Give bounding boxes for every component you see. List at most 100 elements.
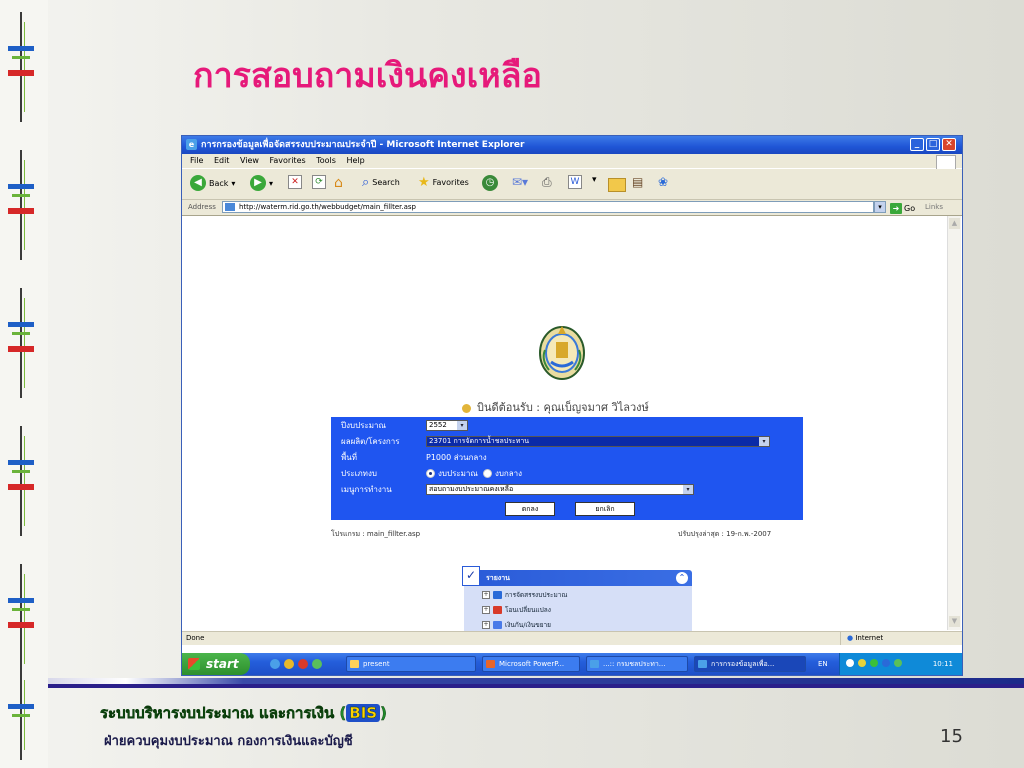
windows-taskbar: start present Microsoft PowerP... ...:: … — [182, 653, 962, 675]
footer-system-name: ระบบบริหารงบประมาณ และการเงิน (BIS) — [100, 704, 387, 722]
form-row-budget-type: ประเภทงบ งบประมาณ งบกลาง — [331, 466, 803, 481]
quicklaunch-icon[interactable] — [284, 659, 294, 669]
ie-icon: e — [186, 139, 197, 150]
filter-form: ปีงบประมาณ 2552 ▾ ผลผลิต/โครงการ 23701 ก… — [331, 417, 803, 520]
quicklaunch-ie-icon[interactable] — [270, 659, 280, 669]
address-label: Address — [188, 203, 216, 211]
windows-logo-icon — [936, 155, 956, 170]
decoration-cross — [8, 12, 34, 122]
scroll-down-icon[interactable]: ▼ — [949, 616, 960, 627]
project-label: ผลผลิต/โครงการ — [341, 437, 400, 446]
expand-icon[interactable]: + — [482, 606, 490, 614]
report-item-allocation[interactable]: + การจัดสรรงบประมาณ — [482, 590, 567, 600]
expand-icon[interactable]: + — [482, 591, 490, 599]
tray-icon[interactable] — [858, 659, 866, 667]
page-number: 15 — [940, 726, 963, 747]
tray-icon[interactable] — [870, 659, 878, 667]
chevron-down-icon: ▾ — [683, 485, 693, 494]
task-powerpoint[interactable]: Microsoft PowerP... — [482, 656, 580, 672]
menu-bar: File Edit View Favorites Tools Help — [182, 154, 962, 168]
start-button[interactable]: start — [182, 653, 250, 675]
go-arrow-icon: ➜ — [890, 203, 902, 214]
star-icon: ★ — [418, 175, 430, 190]
messenger-icon[interactable]: ❀ — [658, 175, 668, 189]
search-button[interactable]: ⌕ Search — [362, 175, 400, 190]
form-row-project: ผลผลิต/โครงการ 23701 การจัดการน้ำชลประทา… — [331, 434, 803, 449]
report-header: ✓ รายงาน ⌃ — [462, 566, 692, 586]
address-bar: Address http://waterm.rid.go.th/webbudge… — [182, 200, 962, 216]
folder-icon[interactable] — [608, 178, 626, 192]
vertical-scrollbar[interactable]: ▲ ▼ — [947, 216, 961, 630]
back-arrow-icon: ◀ — [190, 175, 206, 191]
windows-flag-icon — [188, 658, 200, 670]
report-item-reserve[interactable]: + เงินกัน/เงินขยาย — [482, 620, 551, 630]
tray-icon[interactable] — [894, 659, 902, 667]
history-icon[interactable]: ◷ — [482, 175, 498, 191]
menu-file[interactable]: File — [190, 154, 203, 168]
links-button[interactable]: Links — [925, 200, 943, 215]
status-text: Done — [186, 634, 205, 642]
language-indicator[interactable]: EN — [818, 653, 828, 675]
task-rid-site[interactable]: ...:: กรมชลประทา... — [586, 656, 688, 672]
form-row-year: ปีงบประมาณ 2552 ▾ — [331, 418, 803, 433]
forward-arrow-icon: ▶ — [250, 175, 266, 191]
footer-band-line — [48, 684, 1024, 688]
refresh-icon[interactable]: ⟳ — [312, 175, 326, 189]
work-menu-select[interactable]: สอบถามงบประมาณคงเหลือ ▾ — [426, 484, 694, 495]
forward-button[interactable]: ▶ ▾ — [250, 175, 273, 191]
menu-favorites[interactable]: Favorites — [270, 154, 306, 168]
browser-window: e การกรองข้อมูลเพื่อจัดสรรงบประมาณประจำป… — [181, 135, 963, 676]
browser-toolbar: ◀ Back ▾ ▶ ▾ ✕ ⟳ ⌂ ⌕ Search ★ Favorites ◷ … — [182, 169, 962, 200]
favorites-button[interactable]: ★ Favorites — [418, 175, 469, 190]
research-icon[interactable]: ▤ — [632, 175, 643, 189]
maximize-button[interactable]: □ — [926, 138, 940, 151]
go-button[interactable]: ➜ Go — [890, 201, 915, 216]
task-budget-filter[interactable]: การกรองข้อมูลเพื่อ... — [694, 656, 806, 672]
home-icon[interactable]: ⌂ — [334, 175, 343, 191]
stop-icon[interactable]: ✕ — [288, 175, 302, 189]
address-input[interactable]: http://waterm.rid.go.th/webbudget/main_f… — [222, 201, 874, 213]
report-title: รายงาน — [486, 574, 510, 582]
department-seal-logo — [539, 326, 585, 380]
year-select[interactable]: 2552 ▾ — [426, 420, 468, 431]
footer-department: ฝ่ายควบคุมงบประมาณ กองการเงินและบัญชี — [104, 734, 353, 749]
minimize-button[interactable]: _ — [910, 138, 924, 151]
expand-icon[interactable]: + — [482, 621, 490, 629]
radio-central-budget[interactable] — [482, 469, 492, 478]
form-row-menu: เมนูการทำงาน สอบถามงบประมาณคงเหลือ ▾ — [331, 482, 803, 497]
bis-badge: BIS — [346, 704, 381, 722]
security-zone: ● Internet — [840, 632, 962, 645]
menu-view[interactable]: View — [240, 154, 259, 168]
radio-budget[interactable] — [426, 469, 435, 478]
print-icon[interactable]: ⎙ — [542, 175, 552, 190]
quicklaunch-icon[interactable] — [312, 659, 322, 669]
back-button[interactable]: ◀ Back ▾ — [190, 175, 235, 191]
close-button[interactable]: ✕ — [942, 138, 956, 151]
scroll-up-icon[interactable]: ▲ — [949, 218, 960, 229]
word-icon[interactable]: W — [568, 175, 582, 189]
window-title: การกรองข้อมูลเพื่อจัดสรรงบประมาณประจำปี … — [201, 140, 525, 150]
system-tray: EN 10:11 — [818, 653, 962, 675]
report-body: + การจัดสรรงบประมาณ + โอนเปลี่ยนแปลง + เ… — [464, 586, 692, 636]
mail-icon[interactable]: ✉▾ — [512, 175, 528, 189]
quicklaunch-icon[interactable] — [298, 659, 308, 669]
welcome-message: บินดีต้อนรับ : คุณเบ็ญจมาศ วิไลวงษ์ — [462, 398, 649, 416]
menu-help[interactable]: Help — [346, 154, 364, 168]
address-dropdown-icon[interactable]: ▾ — [874, 201, 886, 213]
cancel-button[interactable]: ยกเลิก — [575, 502, 635, 516]
tray-icon[interactable] — [882, 659, 890, 667]
project-select[interactable]: 23701 การจัดการน้ำชลประทาน ▾ — [426, 436, 770, 447]
decoration-cross — [8, 288, 34, 398]
menu-edit[interactable]: Edit — [214, 154, 230, 168]
ok-button[interactable]: ตกลง — [505, 502, 555, 516]
report-item-transfer[interactable]: + โอนเปลี่ยนแปลง — [482, 605, 551, 615]
chevron-down-icon: ▾ — [759, 437, 769, 446]
decoration-cross — [8, 670, 34, 760]
clock: 10:11 — [932, 660, 953, 668]
key-icon — [462, 403, 471, 413]
collapse-icon[interactable]: ⌃ — [676, 572, 688, 584]
menu-tools[interactable]: Tools — [316, 154, 336, 168]
tray-icon[interactable] — [846, 659, 854, 667]
task-present[interactable]: present — [346, 656, 476, 672]
edit-dropdown-icon[interactable]: ▾ — [592, 175, 597, 185]
